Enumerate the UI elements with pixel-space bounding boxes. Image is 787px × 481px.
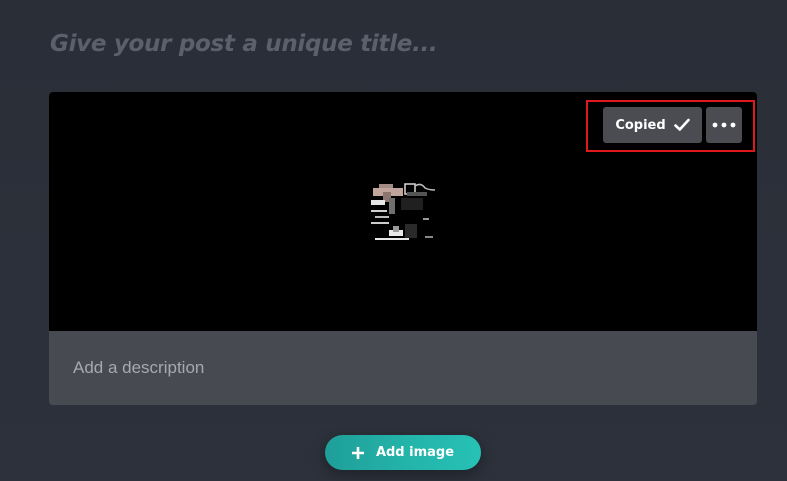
copied-button[interactable]: Copied — [603, 107, 702, 143]
post-image-card: Copied — [49, 92, 757, 405]
post-title-input[interactable] — [50, 24, 750, 64]
copied-label: Copied — [615, 117, 666, 133]
plus-icon — [351, 446, 364, 459]
more-options-icon — [712, 122, 736, 128]
checkmark-icon — [673, 118, 690, 131]
add-image-button[interactable]: Add image — [325, 435, 481, 470]
more-options-button[interactable] — [706, 107, 742, 143]
add-image-label: Add image — [375, 445, 455, 460]
image-thumbnail — [371, 183, 436, 240]
description-input[interactable] — [49, 331, 757, 405]
image-preview: Copied — [49, 92, 757, 331]
